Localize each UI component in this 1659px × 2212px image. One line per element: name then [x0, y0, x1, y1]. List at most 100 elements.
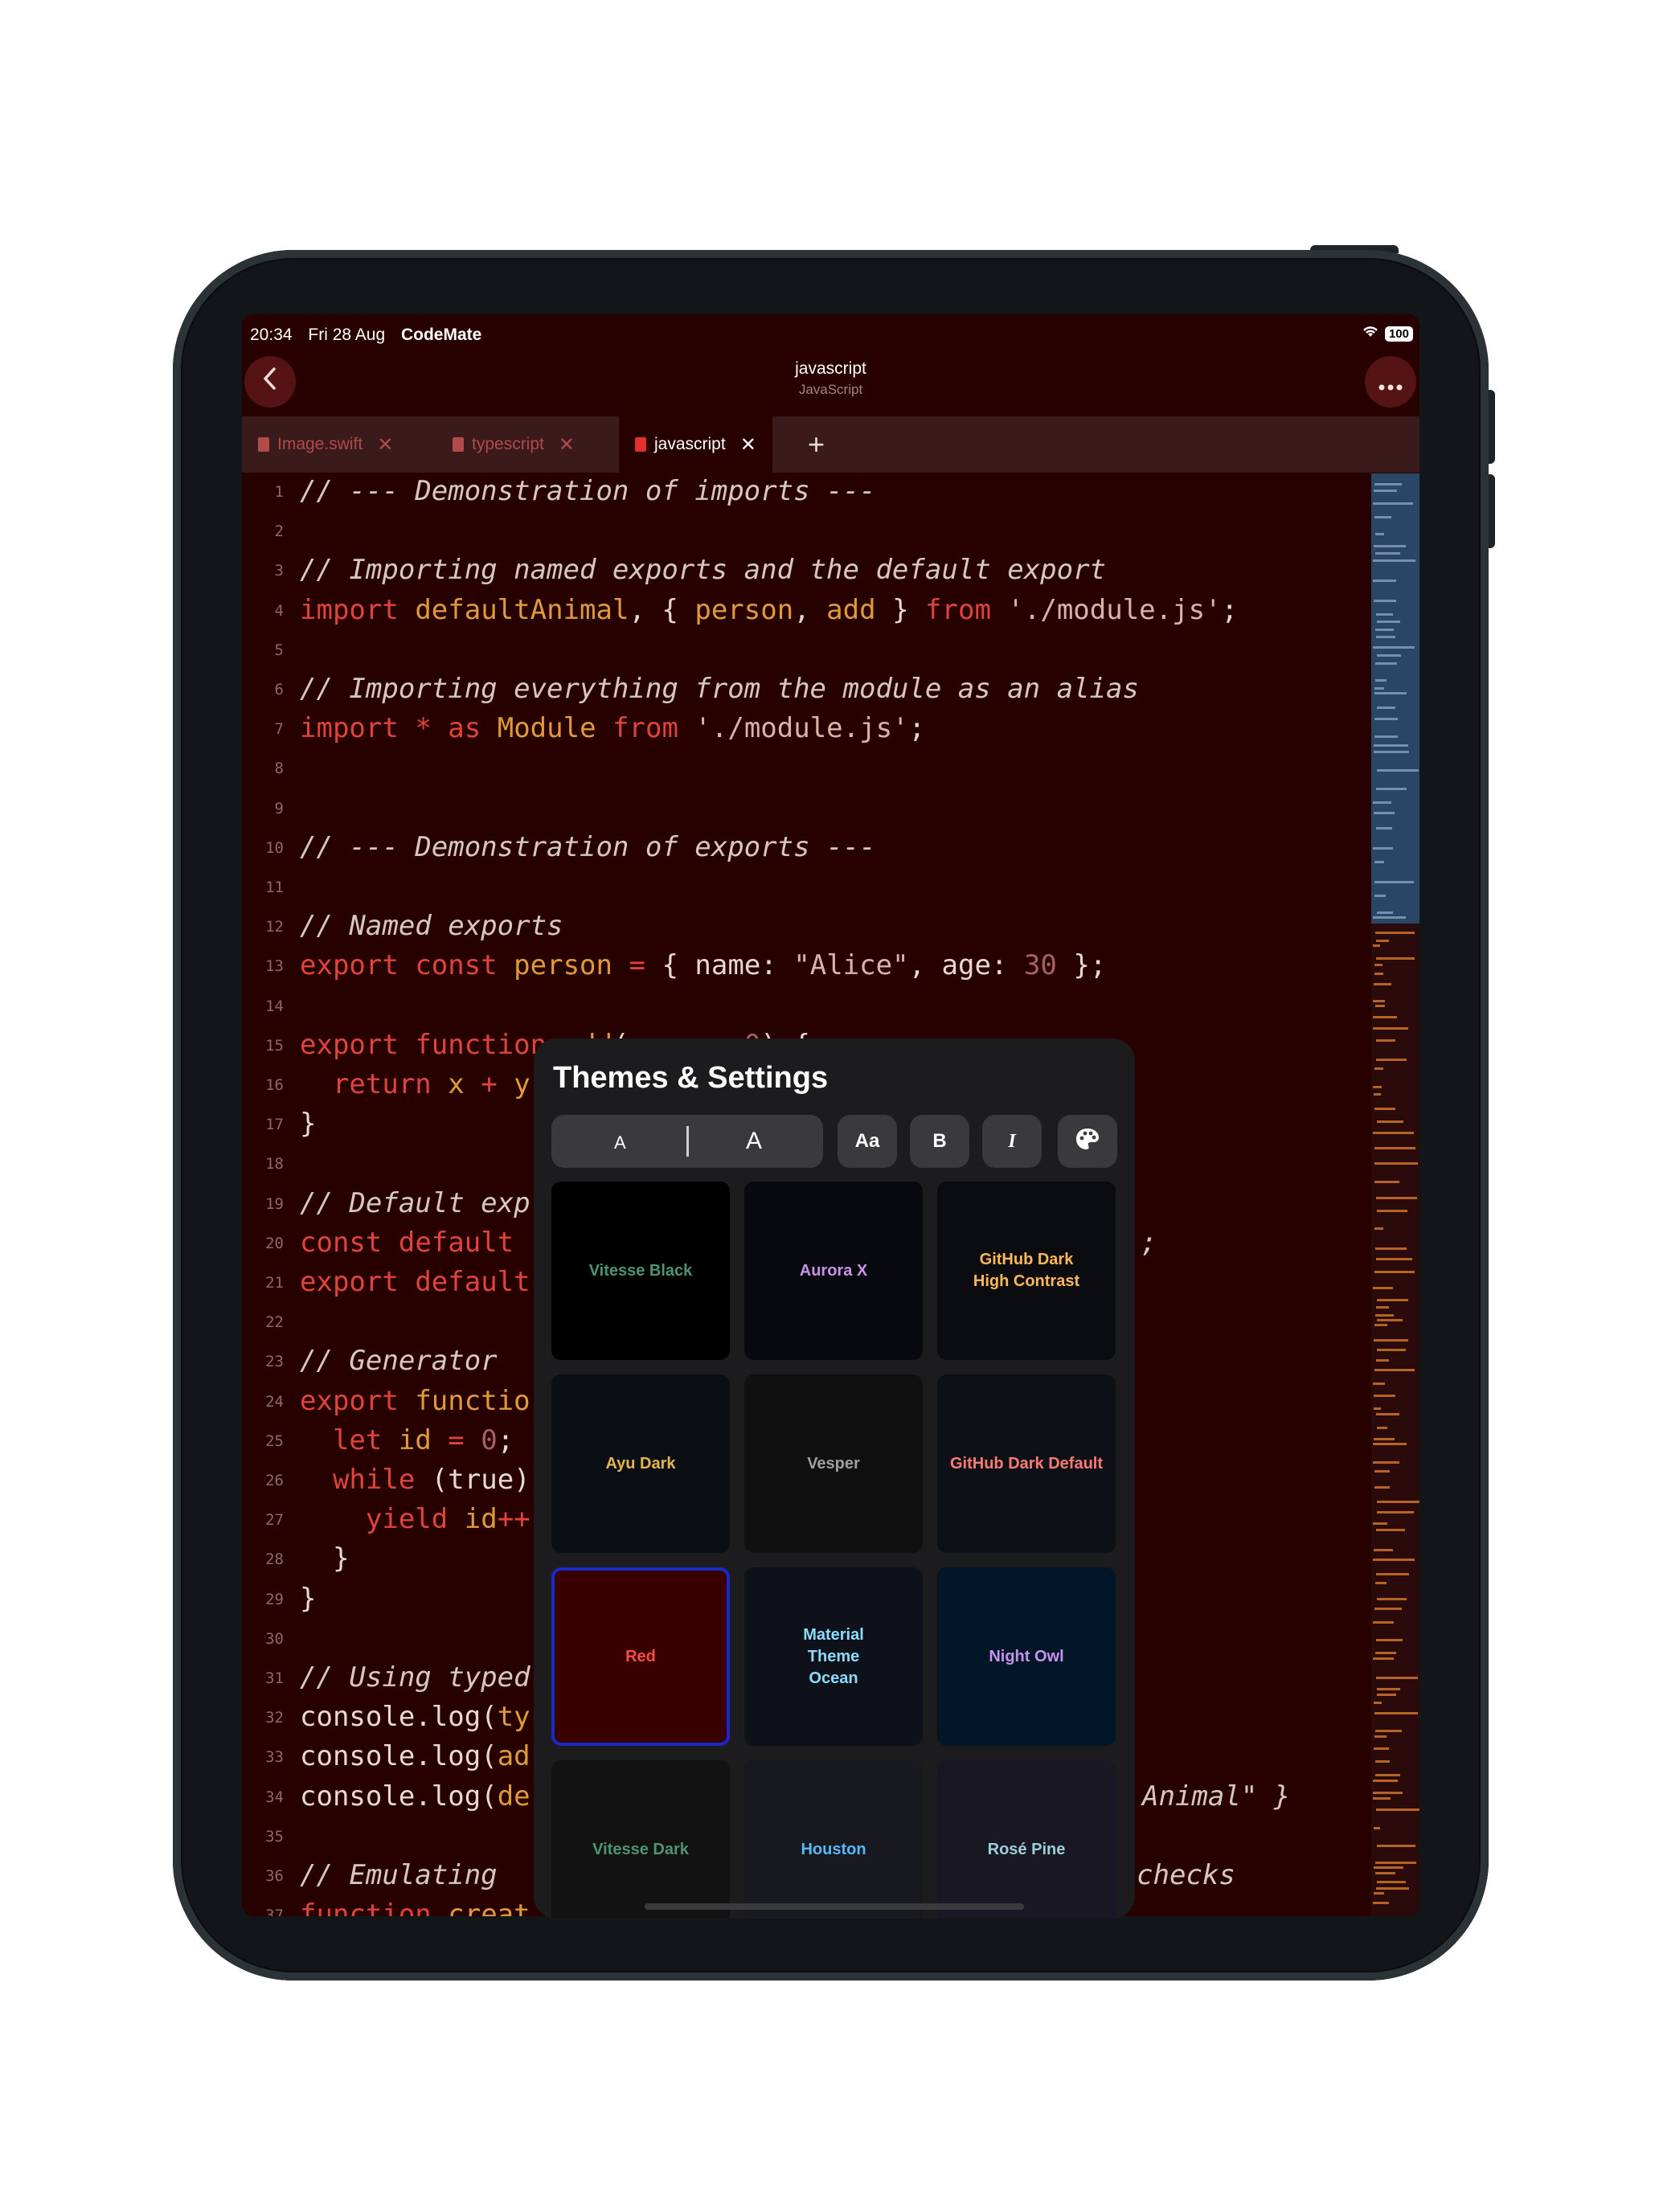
minimap-line	[1374, 751, 1409, 753]
minimap-line	[1374, 545, 1406, 547]
theme-card[interactable]: Vitesse Black	[551, 1182, 730, 1360]
code-text: console.log(ty	[300, 1701, 530, 1734]
minimap-line	[1374, 687, 1384, 690]
minimap-line	[1373, 559, 1415, 562]
minimap-line	[1374, 1712, 1418, 1714]
add-tab-button[interactable]: +	[808, 416, 825, 473]
minimap-line	[1373, 1287, 1393, 1289]
bold-button[interactable]: B	[910, 1115, 969, 1168]
minimap-line	[1374, 1271, 1415, 1273]
theme-card[interactable]: Houston	[744, 1760, 923, 1919]
minimap-line	[1375, 1730, 1402, 1732]
wifi-icon	[1361, 324, 1380, 343]
tab-close-button[interactable]: ✕	[740, 433, 756, 457]
theme-card[interactable]: Rosé Pine	[937, 1760, 1116, 1919]
minimap-line	[1375, 1760, 1390, 1763]
line-number: 27	[265, 1511, 284, 1530]
minimap-line	[1375, 1582, 1387, 1584]
minimap-line	[1375, 533, 1384, 535]
line-number: 35	[265, 1827, 284, 1845]
minimap-line	[1375, 1314, 1394, 1317]
minimap-line	[1373, 1792, 1403, 1794]
tab-close-button[interactable]: ✕	[377, 433, 393, 457]
theme-card[interactable]: Aurora X	[744, 1182, 923, 1360]
theme-card[interactable]: GitHub Dark Default	[937, 1374, 1116, 1553]
tab-close-button[interactable]: ✕	[559, 433, 575, 457]
theme-card[interactable]: Ayu Dark	[551, 1374, 730, 1553]
theme-card[interactable]: Material Theme Ocean	[744, 1567, 923, 1746]
minimap-line	[1374, 1108, 1395, 1110]
line-number: 17	[265, 1116, 284, 1134]
theme-card[interactable]: Red	[551, 1567, 730, 1746]
code-text: }	[332, 1542, 350, 1575]
status-app-name: CodeMate	[400, 326, 482, 344]
theme-card[interactable]: Vesper	[744, 1374, 923, 1553]
theme-name: GitHub Dark High Contrast	[973, 1251, 1080, 1290]
minimap-line	[1374, 1438, 1395, 1440]
italic-button[interactable]: I	[982, 1115, 1042, 1168]
minimap-line	[1376, 1039, 1395, 1042]
theme-name: GitHub Dark Default	[949, 1454, 1104, 1473]
minimap-line	[1373, 1016, 1397, 1018]
minimap-line	[1373, 944, 1380, 947]
minimap-line	[1374, 490, 1397, 492]
line-number: 28	[265, 1550, 284, 1569]
theme-name: Aurora X	[799, 1261, 868, 1280]
decrease-font-button[interactable]: A	[614, 1133, 626, 1153]
line-number: 26	[265, 1472, 284, 1489]
minimap-line	[1374, 1147, 1415, 1149]
minimap-line	[1374, 881, 1414, 883]
minimap-line	[1376, 1573, 1409, 1575]
more-button[interactable]	[1365, 356, 1416, 408]
minimap-line	[1374, 600, 1396, 602]
palette-button[interactable]	[1058, 1115, 1117, 1168]
line-number: 12	[265, 918, 284, 936]
minimap-line	[1375, 1247, 1407, 1250]
minimap[interactable]	[1371, 473, 1419, 1916]
tab-bar: Image.swift ✕ typescript ✕ javascript ✕ …	[242, 416, 1419, 473]
code-line: 3 // Importing named exports and the defa…	[242, 552, 1367, 587]
minimap-line	[1377, 769, 1419, 772]
minimap-line	[1377, 1210, 1407, 1212]
minimap-line	[1374, 1093, 1381, 1096]
tab-javascript[interactable]: javascript ✕	[619, 416, 772, 473]
code-text: export default	[300, 1266, 530, 1298]
code-fragment: ;	[1141, 1226, 1157, 1259]
minimap-line	[1373, 502, 1413, 505]
line-number: 2	[274, 522, 284, 541]
minimap-line	[1374, 1227, 1383, 1230]
font-button[interactable]: Aa	[838, 1115, 897, 1168]
line-number: 20	[265, 1234, 284, 1252]
minimap-line	[1374, 1339, 1408, 1342]
minimap-line	[1373, 1000, 1385, 1002]
minimap-line	[1373, 1621, 1394, 1624]
minimap-line	[1373, 1522, 1387, 1525]
code-line: 2	[242, 513, 1367, 547]
minimap-line	[1374, 1608, 1402, 1610]
line-number: 33	[265, 1748, 284, 1767]
theme-card[interactable]: Night Owl	[937, 1567, 1116, 1746]
line-number: 3	[274, 562, 284, 580]
minimap-line	[1374, 861, 1384, 863]
minimap-line	[1377, 1688, 1400, 1690]
minimap-line	[1373, 847, 1393, 850]
minimap-line	[1373, 1132, 1414, 1134]
code-text: // Generator	[300, 1345, 498, 1378]
line-number: 22	[265, 1313, 284, 1332]
tab-typescript[interactable]: typescript ✕	[453, 416, 575, 473]
increase-font-button[interactable]: A	[746, 1128, 762, 1155]
minimap-line	[1374, 1324, 1387, 1326]
minimap-line	[1374, 516, 1391, 518]
theme-card[interactable]: Vitesse Dark	[551, 1760, 730, 1919]
ellipsis-icon	[1378, 367, 1403, 398]
minimap-line	[1375, 1652, 1396, 1654]
line-number: 10	[265, 838, 284, 857]
code-text: // Named exports	[300, 910, 563, 943]
line-number: 32	[265, 1709, 284, 1727]
minimap-viewport[interactable]	[1371, 473, 1419, 924]
minimap-line	[1376, 1359, 1389, 1362]
minimap-line	[1373, 1559, 1415, 1561]
tab-image-swift[interactable]: Image.swift ✕	[258, 416, 393, 473]
file-icon	[635, 437, 646, 452]
theme-card[interactable]: GitHub Dark High Contrast	[937, 1182, 1116, 1360]
